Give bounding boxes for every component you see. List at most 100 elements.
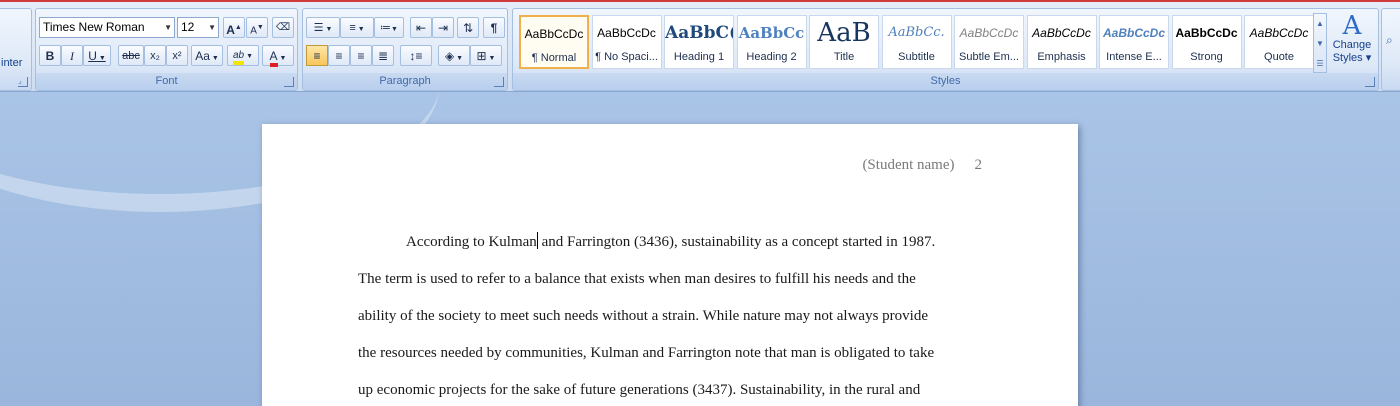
highlighter-icon: ab (233, 50, 245, 65)
subscript-button[interactable]: x₂ (144, 45, 166, 66)
font-color-button[interactable]: A ▼ (262, 45, 294, 67)
numbering-button[interactable]: ≡ ▼ (340, 17, 374, 38)
style-name: Subtle Em... (959, 51, 1019, 63)
strikethrough-button[interactable]: abc (118, 45, 144, 66)
increase-indent-icon: ⇥ (437, 21, 449, 35)
chevron-down-icon[interactable]: ▼ (164, 18, 172, 37)
header-student-name: (Student name) (862, 157, 955, 173)
change-styles-label: Change (1332, 39, 1372, 51)
style-item[interactable]: AaBbCcDc Intense E... (1099, 15, 1169, 69)
borders-button[interactable]: ⊞ ▼ (470, 45, 502, 66)
document-body[interactable]: According to Kulman and Farrington (3436… (358, 224, 978, 406)
line-spacing-icon: ↕≡ (409, 49, 423, 63)
find-icon[interactable]: ⌕ (1386, 33, 1393, 48)
underline-button[interactable]: U ▼ (83, 45, 111, 66)
font-group: Times New Roman ▼ 12 ▼ A▲ A▼ ⌫ B I U ▼ a… (35, 8, 298, 91)
gallery-more-icon[interactable]: ☰ (1314, 54, 1326, 74)
align-right-icon: ≡ (357, 49, 365, 63)
style-name: Heading 1 (673, 51, 725, 63)
highlight-color-button[interactable]: ab ▼ (227, 45, 259, 66)
scroll-up-icon[interactable]: ▲ (1314, 14, 1326, 34)
font-group-label: Font (36, 73, 297, 90)
paragraph-line: ability of the society to meet such need… (358, 308, 928, 324)
ribbon: inter ⌟ Times New Roman ▼ 12 ▼ A▲ A▼ ⌫ B… (0, 0, 1400, 92)
format-painter-button[interactable]: inter (1, 57, 22, 69)
scroll-down-icon[interactable]: ▼ (1314, 34, 1326, 54)
style-sample: AaBbCcDc (1102, 26, 1165, 40)
style-name: Strong (1190, 51, 1223, 63)
paragraph-launcher-icon[interactable] (494, 77, 504, 87)
line-spacing-button[interactable]: ↕≡ (400, 45, 432, 66)
change-styles-button[interactable]: A Change Styles ▾ (1330, 13, 1374, 75)
style-sample: AaBbCcDc (1175, 26, 1238, 40)
paragraph-group-label: Paragraph (303, 73, 507, 90)
style-item[interactable]: AaBbCcDc ¶ No Spaci... (591, 15, 662, 69)
styles-group: AaBbCcDc ¶ Normal AaBbCcDc ¶ No Spaci... AaB… (512, 8, 1379, 91)
style-item[interactable]: AaBbCcDc Subtle Em... (954, 15, 1024, 69)
clipboard-group: inter ⌟ (0, 8, 32, 91)
style-item[interactable]: AaB Title (809, 15, 879, 69)
style-name: Emphasis (1037, 51, 1086, 63)
style-item[interactable]: AaBbCcDc Quote (1244, 15, 1314, 69)
paragraph-line: the resources needed by communities, Kul… (358, 345, 935, 361)
style-sample: AaBbCcDc (1032, 26, 1091, 40)
change-styles-label-2: Styles ▾ (1332, 52, 1372, 64)
clipboard-launcher-icon[interactable]: ⌟ (18, 77, 28, 87)
styles-launcher-icon[interactable] (1365, 77, 1375, 87)
style-sample: AaBbCcDc (1249, 26, 1309, 40)
show-formatting-marks-button[interactable]: ¶ (483, 17, 505, 38)
shading-button[interactable]: ◈ ▼ (438, 45, 470, 66)
paint-bucket-icon: ◈ (444, 49, 455, 63)
align-center-button[interactable]: ≡ (328, 45, 350, 66)
paragraph-line: The term is used to refer to a balance t… (358, 271, 916, 287)
shrink-font-button[interactable]: A▼ (246, 17, 268, 38)
font-launcher-icon[interactable] (284, 77, 294, 87)
style-name: ¶ No Spaci... (595, 51, 658, 63)
sort-icon: ⇅ (462, 21, 474, 35)
paragraph-line: According to Kulman and Farrington (3436… (406, 232, 936, 250)
style-item[interactable]: AaBbCc Heading 2 (736, 15, 807, 69)
font-name-value: Times New Roman (43, 20, 145, 34)
align-center-icon: ≡ (335, 49, 343, 63)
style-name: Subtitle (898, 51, 935, 63)
style-item[interactable]: AaBbCcDc Emphasis (1026, 15, 1097, 69)
style-name: Quote (1264, 51, 1294, 63)
style-sample: AaBbC( (665, 23, 734, 43)
style-name: Title (833, 51, 855, 63)
increase-indent-button[interactable]: ⇥ (432, 17, 454, 38)
style-item[interactable]: AaBbC( Heading 1 (664, 15, 734, 69)
grow-font-button[interactable]: A▲ (223, 17, 245, 38)
align-left-icon: ≡ (313, 49, 321, 63)
decrease-indent-button[interactable]: ⇤ (410, 17, 432, 38)
bold-button[interactable]: B (39, 45, 61, 66)
style-sample: AaBbCcDc (597, 26, 656, 40)
italic-button[interactable]: I (61, 45, 83, 66)
multilevel-list-icon: ≔ (380, 22, 392, 34)
align-left-button[interactable]: ≡ (306, 45, 328, 66)
style-name: ¶ Normal (531, 52, 577, 64)
sort-button[interactable]: ⇅ (457, 17, 479, 38)
decrease-indent-icon: ⇤ (415, 21, 427, 35)
font-size-combo[interactable]: 12 ▼ (177, 17, 219, 38)
style-item[interactable]: AaBbCcDc Strong (1171, 15, 1242, 69)
style-item[interactable]: AaBbCc. Subtitle (881, 15, 952, 69)
chevron-down-icon[interactable]: ▼ (208, 18, 216, 37)
align-right-button[interactable]: ≡ (350, 45, 372, 66)
eraser-icon: ⌫ (275, 22, 291, 33)
style-sample: AaBbCc (738, 24, 805, 42)
borders-icon: ⊞ (476, 49, 487, 63)
bullets-button[interactable]: ☰ ▼ (306, 17, 340, 38)
justify-icon: ≣ (377, 49, 389, 63)
document-page[interactable]: (Student name) 2 According to Kulman and … (262, 124, 1078, 406)
font-name-combo[interactable]: Times New Roman ▼ (39, 17, 175, 38)
style-name: Heading 2 (746, 51, 797, 63)
page-header: (Student name) 2 (862, 157, 982, 174)
clear-formatting-button[interactable]: ⌫ (272, 17, 294, 38)
change-case-button[interactable]: Aa ▼ (191, 45, 223, 66)
style-item[interactable]: AaBbCcDc ¶ Normal (519, 15, 589, 69)
gallery-scrollbar[interactable]: ▲ ▼ ☰ (1313, 13, 1327, 73)
paragraph-line: up economic projects for the sake of fut… (358, 382, 921, 398)
multilevel-list-button[interactable]: ≔▼ (374, 17, 404, 38)
superscript-button[interactable]: x² (166, 45, 188, 66)
justify-button[interactable]: ≣ (372, 45, 394, 66)
